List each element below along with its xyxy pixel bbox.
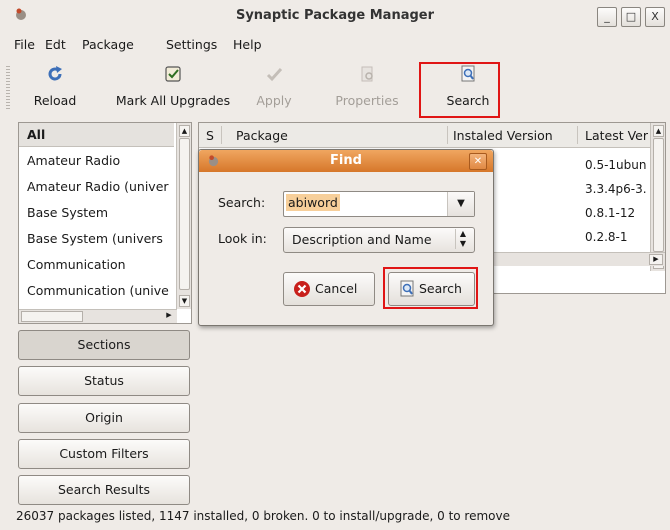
menu-help[interactable]: Help bbox=[233, 37, 262, 52]
find-dialog-title: Find bbox=[330, 153, 362, 168]
column-separator bbox=[577, 126, 578, 144]
column-package[interactable]: Package bbox=[236, 128, 288, 143]
latest-version-cell: 0.5-1ubun bbox=[585, 158, 647, 172]
mark-upgrades-icon bbox=[165, 66, 181, 82]
latest-version-cell: 0.2.8-1 bbox=[585, 230, 628, 244]
title-bar: Synaptic Package Manager _ □ X bbox=[0, 0, 670, 30]
cancel-icon bbox=[294, 281, 310, 297]
menu-package[interactable]: Package bbox=[82, 37, 134, 52]
menu-bar: File Edt Package Settings Help bbox=[0, 34, 670, 56]
reload-icon bbox=[48, 66, 62, 81]
column-latest-version[interactable]: Latest Ver bbox=[585, 128, 648, 143]
look-in-select[interactable]: Description and Name ▲ ▼ bbox=[283, 227, 475, 253]
sections-filter-button[interactable]: Sections bbox=[18, 330, 190, 360]
search-results-button[interactable]: Search Results bbox=[18, 475, 190, 505]
scroll-down-arrow[interactable]: ▼ bbox=[179, 295, 190, 307]
status-filter-button[interactable]: Status bbox=[18, 366, 190, 396]
apply-button[interactable]: Apply bbox=[250, 60, 298, 116]
find-search-highlight bbox=[383, 267, 478, 309]
latest-version-cell: 0.8.1-12 bbox=[585, 206, 636, 220]
search-combo[interactable]: abiword ▼ bbox=[283, 191, 475, 217]
close-icon[interactable]: ✕ bbox=[469, 153, 487, 170]
column-status[interactable]: S bbox=[206, 128, 214, 143]
latest-version-cell: 3.3.4p6-3. bbox=[585, 182, 647, 196]
close-button[interactable]: X bbox=[645, 7, 665, 27]
properties-button[interactable]: Properties bbox=[326, 60, 408, 116]
find-dialog: Find ✕ Search: abiword ▼ Look in: Descri… bbox=[198, 149, 494, 326]
sections-horizontal-scrollbar[interactable]: ▶ bbox=[19, 309, 177, 323]
window-title: Synaptic Package Manager bbox=[235, 8, 435, 23]
find-dialog-titlebar[interactable]: Find ✕ bbox=[199, 150, 493, 172]
column-separator bbox=[447, 126, 448, 144]
package-vertical-scrollbar[interactable]: ▲ ▼ bbox=[650, 123, 665, 271]
section-item[interactable]: Communication bbox=[27, 257, 175, 272]
scroll-thumb[interactable] bbox=[653, 138, 664, 252]
package-list-header: S Package Instaled Version Latest Ver bbox=[199, 123, 651, 148]
hscroll-thumb[interactable] bbox=[21, 311, 83, 322]
section-item[interactable]: Communication (unive bbox=[27, 283, 175, 298]
scroll-up-arrow[interactable]: ▲ bbox=[179, 125, 190, 137]
menu-file[interactable]: File bbox=[14, 37, 35, 52]
up-down-arrows-icon: ▲ ▼ bbox=[455, 229, 470, 249]
mark-all-upgrades-button[interactable]: Mark All Upgrades bbox=[98, 60, 248, 116]
search-label: Search: bbox=[218, 195, 266, 210]
menu-settings[interactable]: Settings bbox=[166, 37, 217, 52]
look-in-label: Look in: bbox=[218, 231, 267, 246]
sections-vertical-scrollbar[interactable]: ▲ ▼ bbox=[176, 123, 191, 309]
reload-button[interactable]: Reload bbox=[18, 60, 92, 116]
status-bar: 26037 packages listed, 1147 installed, 0… bbox=[16, 509, 510, 523]
section-item[interactable]: Base System (univers bbox=[27, 231, 175, 246]
section-item[interactable]: Amateur Radio bbox=[27, 153, 175, 168]
column-separator bbox=[221, 126, 222, 144]
search-button-highlight bbox=[419, 62, 500, 118]
custom-filters-button[interactable]: Custom Filters bbox=[18, 439, 190, 469]
search-input[interactable]: abiword bbox=[286, 194, 340, 211]
section-item[interactable]: Amateur Radio (univer bbox=[27, 179, 175, 194]
sections-list: All Amateur Radio Amateur Radio (univer … bbox=[18, 122, 192, 324]
sections-header[interactable]: All bbox=[19, 123, 174, 147]
maximize-button[interactable]: □ bbox=[621, 7, 641, 27]
chevron-down-icon[interactable]: ▼ bbox=[447, 192, 474, 216]
look-in-value: Description and Name bbox=[292, 232, 432, 247]
toolbar: Reload Mark All Upgrades Apply Propertie… bbox=[0, 58, 670, 120]
properties-icon bbox=[361, 66, 373, 82]
cancel-button[interactable]: Cancel bbox=[283, 272, 375, 306]
apply-check-icon bbox=[266, 67, 283, 82]
menu-edit[interactable]: Edt bbox=[45, 37, 66, 52]
column-installed-version[interactable]: Instaled Version bbox=[453, 128, 553, 143]
scroll-right-arrow[interactable]: ▶ bbox=[163, 311, 175, 320]
scroll-right-arrow[interactable]: ▶ bbox=[649, 254, 663, 265]
scroll-up-arrow[interactable]: ▲ bbox=[653, 125, 664, 137]
origin-filter-button[interactable]: Origin bbox=[18, 403, 190, 433]
minimize-button[interactable]: _ bbox=[597, 7, 617, 27]
scroll-thumb[interactable] bbox=[179, 138, 190, 290]
section-item[interactable]: Base System bbox=[27, 205, 175, 220]
toolbar-grip[interactable] bbox=[6, 66, 10, 110]
